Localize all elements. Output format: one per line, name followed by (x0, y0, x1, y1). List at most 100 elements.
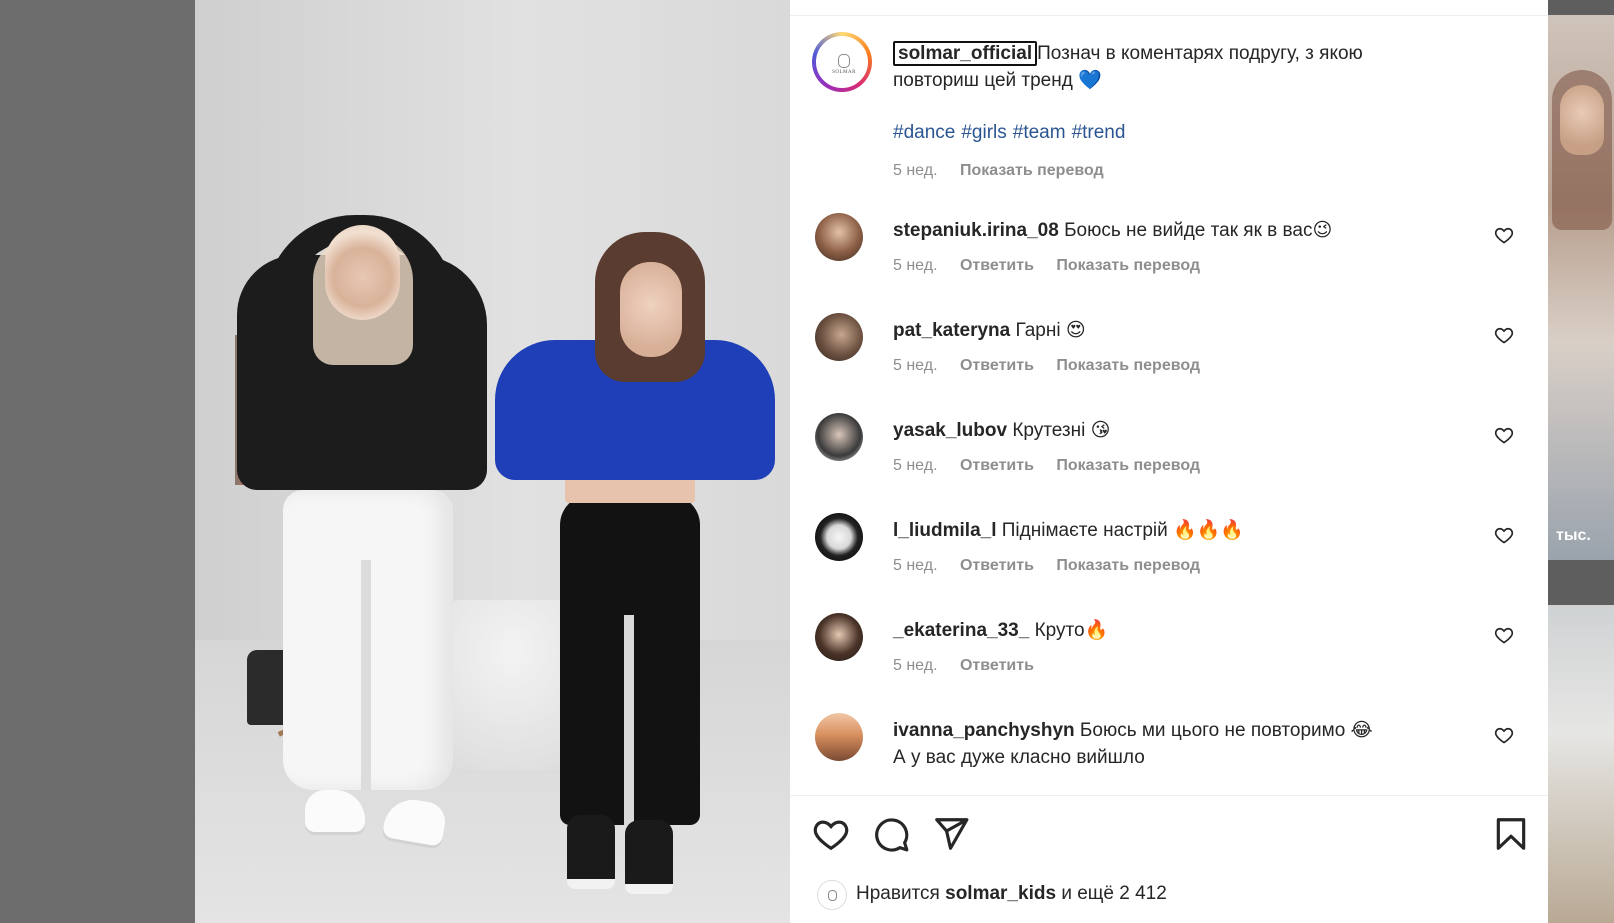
comment-text: l_liudmila_l Піднімаєте настрій 🔥🔥🔥 (893, 517, 1473, 544)
comment-item: l_liudmila_l Піднімаєте настрій 🔥🔥🔥 5 не… (812, 513, 1532, 603)
backdrop-right[interactable]: тыс. (1548, 0, 1614, 923)
caption-text-line1: Познач в коментарях подругу, з якою (1037, 43, 1363, 64)
post-details-panel: SOLMAR solmar_official Познач в коментаря… (790, 0, 1548, 923)
comment-text: ivanna_panchyshyn Боюсь ми цього не повт… (893, 717, 1473, 771)
commenter-username[interactable]: l_liudmila_l (893, 520, 996, 541)
comment-meta: 5 нед. Ответить Показать перевод (893, 557, 1200, 575)
post-action-bar (812, 815, 1532, 855)
reply-button[interactable]: Ответить (960, 257, 1034, 274)
heart-icon[interactable] (1494, 325, 1514, 345)
reply-button[interactable]: Ответить (960, 357, 1034, 374)
comment-time[interactable]: 5 нед. (893, 257, 938, 274)
likes-count[interactable]: и ещё 2 412 (1061, 883, 1166, 904)
thumbnail-face (1560, 85, 1604, 155)
panel-top-divider (790, 15, 1548, 16)
comment-time[interactable]: 5 нед. (893, 457, 938, 474)
heart-icon[interactable] (1494, 425, 1514, 445)
comment-icon[interactable] (872, 815, 910, 853)
next-post-thumbnail[interactable]: тыс. (1548, 15, 1614, 560)
girl2-left-sneaker (567, 815, 615, 889)
modal-backdrop-left[interactable] (0, 0, 195, 923)
show-translation-button[interactable]: Показать перевод (1056, 357, 1200, 374)
comment-text: pat_kateryna Гарні 😍 (893, 317, 1473, 344)
hashtag-link[interactable]: #dance (893, 122, 955, 143)
post-caption: solmar_official Познач в коментарях подру… (893, 40, 1453, 94)
show-translation-button[interactable]: Показать перевод (1056, 257, 1200, 274)
caption-text-line2: повториш цей тренд (893, 70, 1073, 91)
blue-heart-emoji: 💙 (1078, 70, 1102, 91)
next-post-thumbnail-2[interactable] (1548, 605, 1614, 923)
caption-meta: 5 нед. Показать перевод (893, 162, 1104, 180)
solmar-logo: SOLMAR (826, 46, 862, 82)
girl2-right-sneaker (625, 820, 673, 894)
likes-summary: Нравится solmar_kids и ещё 2 412 (812, 878, 1532, 918)
comment-item: _ekaterina_33_ Круто🔥 5 нед. Ответить (812, 613, 1532, 703)
comment-time[interactable]: 5 нед. (893, 557, 938, 574)
commenter-username[interactable]: ivanna_panchyshyn (893, 720, 1075, 741)
likes-text: Нравится solmar_kids и ещё 2 412 (856, 883, 1167, 905)
reply-button[interactable]: Ответить (960, 457, 1034, 474)
comment-text: yasak_lubov Крутезні 😘 (893, 417, 1473, 444)
comment-body: Гарні 😍 (1015, 320, 1086, 341)
logo-mark (838, 53, 850, 68)
reply-button[interactable]: Ответить (960, 557, 1034, 574)
liker-username[interactable]: solmar_kids (945, 883, 1056, 904)
comment-item: stepaniuk.irina_08 Боюсь не вийде так як… (812, 213, 1532, 303)
show-translation-button[interactable]: Показать перевод (1056, 557, 1200, 574)
commenter-username[interactable]: _ekaterina_33_ (893, 620, 1029, 641)
reply-button[interactable]: Ответить (960, 657, 1034, 674)
comment-body: Піднімаєте настрій 🔥🔥🔥 (1001, 520, 1245, 541)
leggings-gap (624, 615, 634, 825)
commenter-username[interactable]: yasak_lubov (893, 420, 1007, 441)
actions-divider (790, 795, 1548, 796)
comment-item: ivanna_panchyshyn Боюсь ми цього не повт… (812, 713, 1532, 803)
comment-text: stepaniuk.irina_08 Боюсь не вийде так як… (893, 217, 1473, 244)
show-translation-button[interactable]: Показать перевод (960, 162, 1104, 179)
show-translation-button[interactable]: Показать перевод (1056, 457, 1200, 474)
hashtag-link[interactable]: #trend (1072, 122, 1126, 143)
hashtag-list: #dance #girls #team #trend (893, 122, 1131, 144)
comment-body: Боюсь ми цього не повторимо 😂 (1079, 720, 1373, 741)
girl1-pants (283, 490, 453, 790)
comment-time[interactable]: 5 нед. (893, 657, 938, 674)
likes-prefix: Нравится (856, 883, 940, 904)
thumbnail-view-count: тыс. (1556, 527, 1591, 544)
girl1-head (325, 225, 400, 320)
bookmark-icon[interactable] (1492, 815, 1530, 853)
commenter-username[interactable]: pat_kateryna (893, 320, 1010, 341)
commenter-avatar[interactable] (815, 513, 863, 561)
author-username-link[interactable]: solmar_official (893, 41, 1038, 66)
commenter-avatar[interactable] (815, 613, 863, 661)
commenter-username[interactable]: stepaniuk.irina_08 (893, 220, 1059, 241)
heart-icon[interactable] (1494, 625, 1514, 645)
comment-body: Круто🔥 (1034, 620, 1109, 641)
commenter-avatar[interactable] (815, 213, 863, 261)
logo-text: SOLMAR (832, 69, 856, 75)
comment-text: _ekaterina_33_ Круто🔥 (893, 617, 1473, 644)
liker-avatar[interactable] (817, 880, 847, 910)
comment-body-line2: А у вас дуже класно вийшло (893, 747, 1145, 768)
comment-item: pat_kateryna Гарні 😍 5 нед. Ответить Пок… (812, 313, 1532, 403)
heart-icon[interactable] (1494, 225, 1514, 245)
commenter-avatar[interactable] (815, 713, 863, 761)
girl2-face (620, 262, 682, 357)
hashtag-link[interactable]: #team (1013, 122, 1066, 143)
comment-body: Крутезні 😘 (1012, 420, 1111, 441)
comment-meta: 5 нед. Ответить (893, 657, 1034, 675)
comment-time[interactable]: 5 нед. (893, 357, 938, 374)
post-time[interactable]: 5 нед. (893, 162, 938, 179)
heart-icon[interactable] (812, 815, 850, 853)
post-media[interactable] (195, 0, 790, 923)
author-avatar[interactable]: SOLMAR (812, 32, 872, 92)
heart-icon[interactable] (1494, 725, 1514, 745)
heart-icon[interactable] (1494, 525, 1514, 545)
girl2-waist (565, 478, 695, 503)
comment-body: Боюсь не вийде так як в вас😉 (1064, 220, 1333, 241)
comment-meta: 5 нед. Ответить Показать перевод (893, 257, 1200, 275)
share-icon[interactable] (932, 815, 970, 853)
hashtag-link[interactable]: #girls (961, 122, 1006, 143)
commenter-avatar[interactable] (815, 413, 863, 461)
author-avatar-inner: SOLMAR (816, 36, 868, 88)
comment-item: yasak_lubov Крутезні 😘 5 нед. Ответить П… (812, 413, 1532, 503)
commenter-avatar[interactable] (815, 313, 863, 361)
